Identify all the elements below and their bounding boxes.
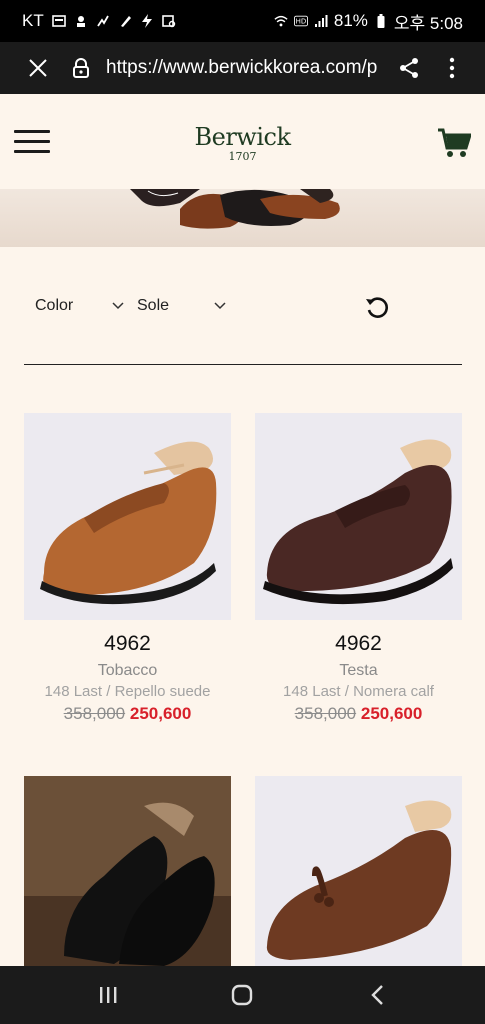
signal-icon bbox=[314, 14, 328, 28]
brand-name: Berwick bbox=[194, 123, 291, 151]
pen-icon bbox=[118, 14, 132, 28]
product-image[interactable] bbox=[24, 413, 231, 620]
product-image[interactable] bbox=[255, 413, 462, 620]
image-search-icon bbox=[161, 14, 176, 28]
battery-percent: 81% bbox=[333, 11, 368, 30]
sale-price: 250,600 bbox=[360, 704, 423, 723]
recent-apps-icon[interactable] bbox=[96, 983, 120, 1007]
status-bar: KT HD 81% 오후 5:08 bbox=[0, 0, 485, 42]
notification-icon bbox=[51, 14, 66, 28]
chevron-down-icon bbox=[112, 302, 124, 310]
product-card[interactable] bbox=[24, 776, 231, 966]
clock: 오후 5:08 bbox=[393, 13, 463, 33]
color-filter-dropdown[interactable]: Color bbox=[35, 286, 125, 326]
product-description: 148 Last / Nomera calf bbox=[283, 683, 434, 700]
product-image[interactable] bbox=[255, 776, 462, 966]
hd-icon: HD bbox=[293, 14, 308, 28]
battery-icon bbox=[374, 14, 388, 28]
original-price: 358,000 bbox=[294, 704, 357, 723]
url-field[interactable]: https://www.berwickkorea.com/p bbox=[106, 57, 382, 79]
wifi-icon bbox=[274, 14, 288, 28]
product-image[interactable] bbox=[24, 776, 231, 966]
close-icon[interactable] bbox=[24, 54, 52, 82]
product-color: Testa bbox=[339, 662, 378, 679]
sole-filter-dropdown[interactable]: Sole bbox=[137, 286, 227, 326]
product-name[interactable]: 4962 bbox=[255, 632, 462, 656]
product-card[interactable] bbox=[255, 776, 462, 966]
wifi-call-icon bbox=[96, 14, 110, 28]
brand-logo[interactable]: Berwick 1707 bbox=[0, 124, 485, 163]
refresh-icon[interactable] bbox=[364, 294, 390, 320]
app-notification-icon bbox=[74, 14, 88, 28]
product-description: 148 Last / Repello suede bbox=[44, 683, 211, 700]
filter-divider bbox=[24, 364, 462, 365]
more-vert-icon[interactable] bbox=[442, 55, 462, 81]
product-price: 358,000 250,600 bbox=[255, 704, 462, 724]
share-icon[interactable] bbox=[396, 55, 422, 81]
product-card[interactable]: 4962 Tobacco 148 Last / Repello suede 35… bbox=[24, 413, 231, 724]
brand-year: 1707 bbox=[228, 150, 257, 163]
filter-row: Color Sole bbox=[24, 286, 462, 326]
product-card[interactable]: 4962 Testa 148 Last / Nomera calf 358,00… bbox=[255, 413, 462, 724]
carrier-label: KT bbox=[22, 11, 44, 30]
svg-text:HD: HD bbox=[296, 18, 307, 26]
product-color: Tobacco bbox=[97, 662, 158, 679]
shopping-cart-icon[interactable] bbox=[437, 127, 473, 159]
status-left: KT bbox=[22, 11, 176, 31]
lock-icon bbox=[70, 57, 92, 79]
banner-image bbox=[0, 189, 485, 247]
lightning-icon bbox=[140, 14, 154, 28]
color-filter-label: Color bbox=[35, 297, 74, 314]
status-right: HD 81% 오후 5:08 bbox=[274, 9, 463, 34]
sale-price: 250,600 bbox=[129, 704, 192, 723]
product-price: 358,000 250,600 bbox=[24, 704, 231, 724]
original-price: 358,000 bbox=[63, 704, 126, 723]
sole-filter-label: Sole bbox=[137, 297, 170, 314]
product-name[interactable]: 4962 bbox=[24, 632, 231, 656]
back-icon[interactable] bbox=[366, 983, 390, 1007]
android-nav-bar bbox=[0, 966, 485, 1024]
chevron-down-icon bbox=[214, 302, 226, 310]
home-icon[interactable] bbox=[230, 983, 254, 1007]
site-header: Berwick 1707 bbox=[0, 94, 485, 189]
browser-url-bar: https://www.berwickkorea.com/p bbox=[0, 42, 485, 94]
